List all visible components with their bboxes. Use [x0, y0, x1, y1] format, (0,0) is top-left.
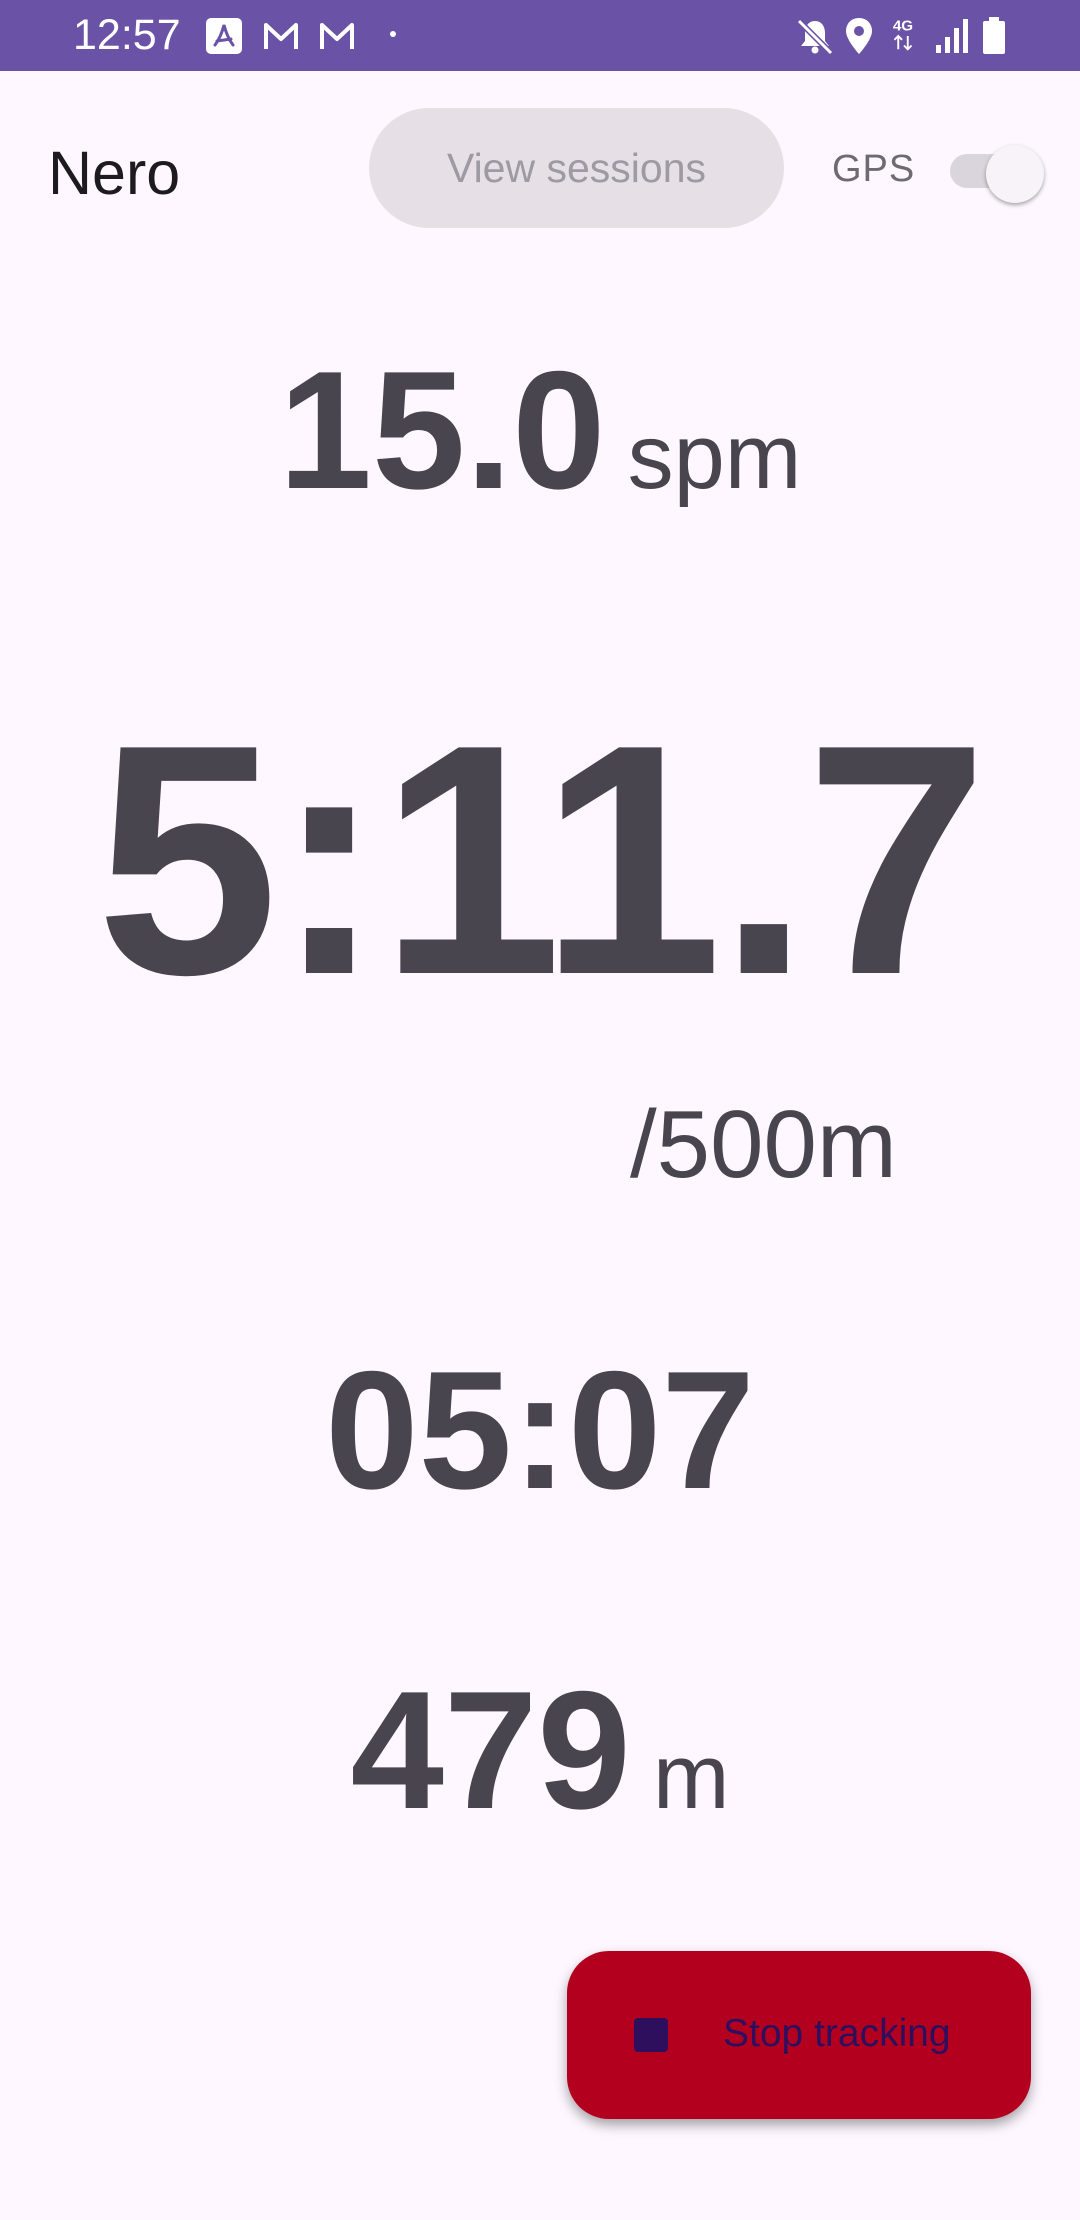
status-time: 12:57	[73, 11, 181, 59]
app-title: Nero	[48, 139, 181, 207]
mute-icon	[796, 18, 834, 55]
split-unit: /500m	[630, 1091, 897, 1198]
stop-tracking-label: Stop tracking	[723, 2012, 951, 2055]
elapsed-time-display: 05:07	[0, 1340, 1080, 1520]
stroke-rate-unit: spm	[627, 406, 802, 508]
stroke-rate-display: 15.0 spm	[0, 340, 1080, 520]
view-sessions-button[interactable]: View sessions	[369, 108, 784, 228]
stop-icon	[634, 2018, 668, 2052]
location-icon	[846, 18, 872, 54]
distance-value: 479	[350, 1656, 631, 1844]
signal-icon	[936, 19, 968, 53]
gps-toggle[interactable]	[948, 145, 1048, 203]
elapsed-time-value: 05:07	[325, 1336, 755, 1524]
distance-display: 479 m	[0, 1660, 1080, 1840]
stop-tracking-button[interactable]: Stop tracking	[567, 1951, 1031, 2119]
status-bar: 12:57 4G	[0, 0, 1080, 71]
pdf-icon	[206, 18, 242, 54]
network-4g-icon: 4G	[893, 17, 913, 51]
distance-unit: m	[652, 1726, 730, 1828]
battery-icon	[983, 17, 1005, 54]
split-display: 5:11.7	[0, 690, 1080, 1030]
gmail-icon	[264, 23, 298, 49]
network-label: 4G	[893, 17, 913, 34]
stroke-rate-value: 15.0	[278, 336, 606, 524]
gmail-icon	[320, 23, 354, 49]
gps-label: GPS	[832, 148, 916, 190]
gps-toggle-thumb	[986, 145, 1044, 203]
split-value: 5:11.7	[96, 676, 988, 1043]
notification-dot-icon	[390, 31, 396, 37]
